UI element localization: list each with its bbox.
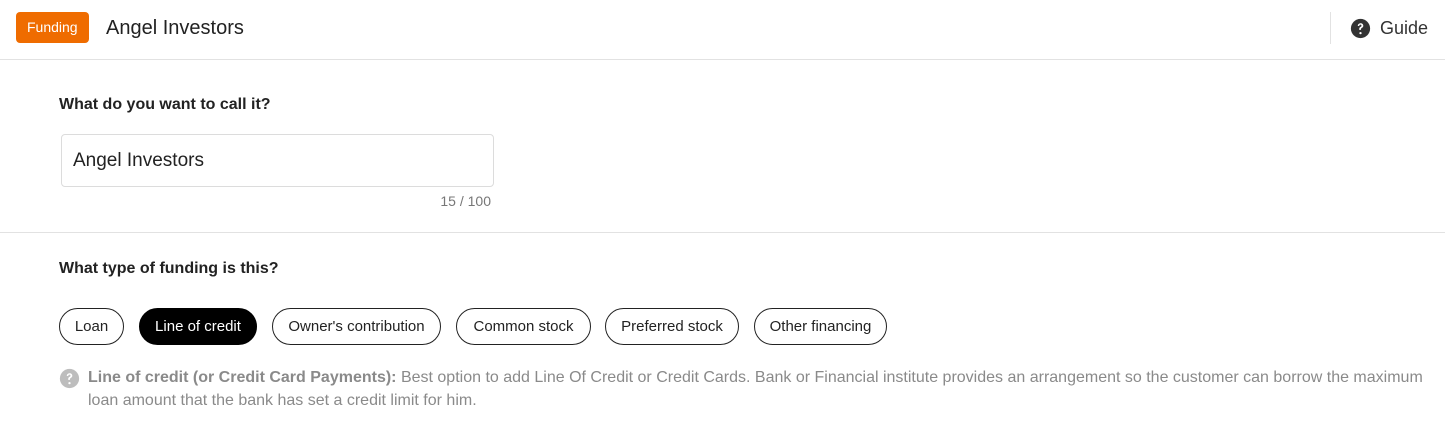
- option-common-stock[interactable]: Common stock: [456, 308, 591, 345]
- character-counter: 15 / 100: [440, 193, 491, 209]
- page-title: Angel Investors: [106, 17, 244, 39]
- help-text: Line of credit (or Credit Card Payments)…: [88, 366, 1428, 412]
- divider: [1330, 12, 1331, 44]
- option-preferred-stock[interactable]: Preferred stock: [605, 308, 739, 345]
- option-line-of-credit[interactable]: Line of credit: [139, 308, 257, 345]
- guide-button[interactable]: Guide: [1350, 16, 1428, 40]
- help-circle-icon: [1350, 18, 1371, 38]
- section-divider: [0, 232, 1445, 233]
- option-owners-contribution[interactable]: Owner's contribution: [272, 308, 441, 345]
- question-circle-icon: [59, 368, 80, 389]
- help-term: Line of credit (or Credit Card Payments)…: [88, 369, 397, 386]
- option-other-financing[interactable]: Other financing: [754, 308, 887, 345]
- option-loan[interactable]: Loan: [59, 308, 124, 345]
- funding-name-input[interactable]: [61, 134, 494, 187]
- guide-label: Guide: [1380, 18, 1429, 38]
- name-question: What do you want to call it?: [59, 96, 271, 113]
- type-question: What type of funding is this?: [59, 260, 279, 277]
- top-bar: Funding Angel Investors Guide: [0, 0, 1445, 60]
- category-badge: Funding: [16, 12, 89, 43]
